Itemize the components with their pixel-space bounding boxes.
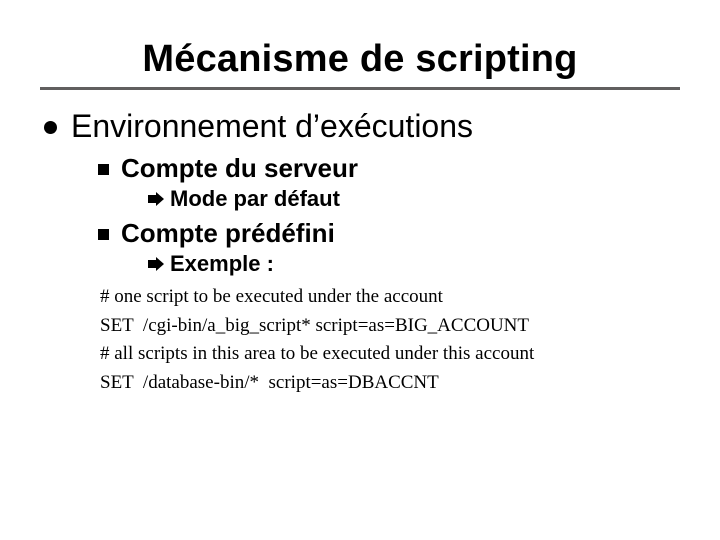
code-line: # one script to be executed under the ac… [100,283,680,312]
code-line: SET /database-bin/* script=as=DBACCNT [100,369,680,398]
bullet-square-icon [98,229,109,240]
bullet-level3-text: Mode par défaut [170,186,340,212]
code-line: SET /cgi-bin/a_big_script* script=as=BIG… [100,312,680,341]
bullet-level2: Compte du serveur [98,153,680,184]
slide: Mécanisme de scripting Environnement d’e… [0,0,720,540]
title-underline [40,87,680,90]
bullet-level3: Exemple : [148,251,680,277]
bullet-circle-icon [44,121,57,134]
bullet-level2: Compte prédéfini [98,218,680,249]
bullet-level2-text: Compte prédéfini [121,218,335,249]
arrow-right-icon [148,257,164,276]
bullet-level1-text: Environnement d’exécutions [71,108,473,145]
code-line: # all scripts in this area to be execute… [100,340,680,369]
slide-title: Mécanisme de scripting [40,38,680,81]
code-block: # one script to be executed under the ac… [100,283,680,397]
bullet-level2-text: Compte du serveur [121,153,358,184]
bullet-square-icon [98,164,109,175]
arrow-right-icon [148,192,164,211]
bullet-level3: Mode par défaut [148,186,680,212]
bullet-level1: Environnement d’exécutions [44,108,680,145]
bullet-level3-text: Exemple : [170,251,274,277]
